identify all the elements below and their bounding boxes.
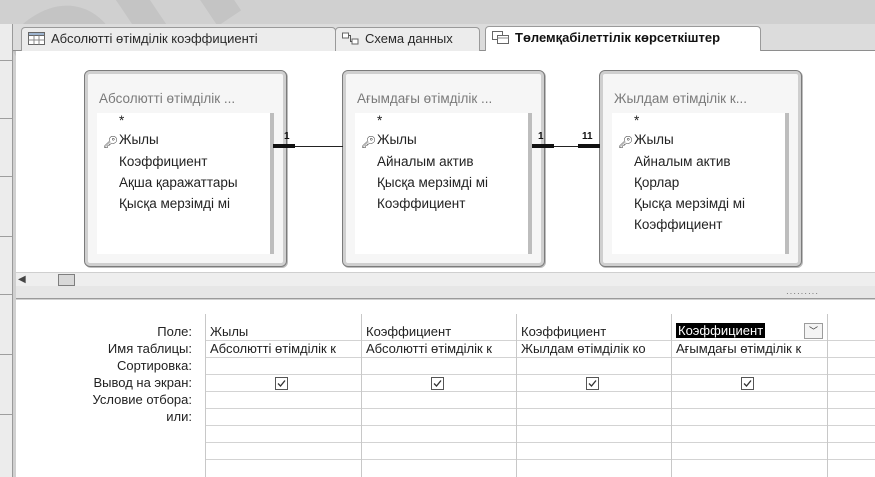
scroll-thumb[interactable] — [58, 274, 75, 286]
grid-field-cell[interactable]: Коэффициент — [518, 324, 670, 339]
relation-join-end — [532, 144, 554, 148]
field-item[interactable]: Қысқа мерзімді мі — [119, 196, 230, 211]
grid-field-cell[interactable]: Жылы — [207, 324, 359, 339]
document-tab-bar: Абсолютті өтімділік коэффициенті Схема д… — [13, 24, 875, 51]
row-label-criteria: Условие отбора: — [92, 392, 192, 407]
query-design-surface[interactable]: Абсолютті өтімділік ... * 🔑︎ Жылы Коэффи… — [16, 51, 875, 289]
field-dropdown-button[interactable]: ﹀ — [804, 323, 823, 339]
field-item[interactable]: Айналым актив — [634, 154, 731, 169]
grid-line — [205, 459, 875, 460]
field-list-body: * 🔑︎ Жылы Коэффициент Ақша қаражаттары Қ… — [97, 113, 274, 254]
scroll-left-icon[interactable]: ◀ — [18, 274, 26, 285]
primary-key-icon: 🔑︎ — [103, 135, 119, 149]
nav-divider — [0, 294, 12, 295]
nav-divider — [0, 236, 12, 237]
nav-divider — [0, 60, 12, 61]
field-list-title: Ағымдағы өтімділік ... — [357, 91, 493, 106]
nav-divider — [0, 414, 12, 415]
field-item[interactable]: Ақша қаражаттары — [119, 175, 238, 190]
relation-join-line[interactable] — [554, 146, 578, 147]
selected-field-text: Коэффициент — [676, 323, 766, 338]
relation-join-line[interactable] — [295, 146, 343, 147]
grip-icon: ········· — [786, 289, 819, 298]
show-checkbox[interactable] — [586, 377, 599, 390]
grid-column-border — [516, 314, 517, 477]
field-item[interactable]: Жылы — [634, 132, 674, 147]
field-list-current-liquidity[interactable]: Ағымдағы өтімділік ... * 🔑︎ Жылы Айналым… — [342, 70, 545, 267]
field-item[interactable]: * — [634, 113, 639, 128]
field-item[interactable]: Жылы — [377, 132, 417, 147]
nav-divider — [0, 118, 12, 119]
pane-splitter[interactable]: ········· — [16, 286, 875, 299]
row-label-or: или: — [166, 409, 192, 424]
show-checkbox[interactable] — [741, 377, 754, 390]
grid-table-cell[interactable]: Ағымдағы өтімділік к — [673, 341, 825, 356]
row-label-sort: Сортировка: — [117, 358, 192, 373]
relation-cardinality-label: 1 — [284, 131, 290, 142]
row-label-table: Имя таблицы: — [107, 341, 192, 356]
query-icon — [492, 29, 509, 44]
grid-table-cell[interactable]: Абсолютті өтімділік к — [207, 341, 359, 356]
relation-cardinality-label: 1 — [538, 131, 544, 142]
navigation-pane-edge[interactable] — [0, 24, 13, 477]
field-list-title: Жылдам өтімділік к... — [614, 91, 748, 106]
field-list-body: * 🔑︎ Жылы Айналым актив Қысқа мерзімді м… — [355, 113, 532, 254]
field-list-body: * 🔑︎ Жылы Айналым актив Қорлар Қысқа мер… — [612, 113, 789, 254]
tab-label: Төлемқабілеттілік көрсеткіштер — [515, 30, 721, 45]
primary-key-icon: 🔑︎ — [618, 135, 634, 149]
tab-data-schema[interactable]: Схема данных — [335, 27, 480, 51]
field-item[interactable]: Қысқа мерзімді мі — [377, 175, 488, 190]
tab-absolute-liquidity[interactable]: Абсолютті өтімділік коэффициенті — [21, 27, 336, 51]
grid-line — [205, 357, 875, 358]
field-item[interactable]: Айналым актив — [377, 154, 474, 169]
tab-solvency-indicators[interactable]: Төлемқабілеттілік көрсеткіштер — [485, 26, 761, 51]
primary-key-icon: 🔑︎ — [361, 135, 377, 149]
grid-line — [205, 374, 875, 375]
field-item[interactable]: Коэффициент — [119, 154, 207, 169]
grid-table-cell[interactable]: Абсолютті өтімділік к — [363, 341, 515, 356]
nav-divider — [0, 354, 12, 355]
grid-line — [205, 408, 875, 409]
tab-label: Абсолютті өтімділік коэффициенті — [51, 31, 258, 46]
chevron-down-icon: ﹀ — [808, 326, 818, 336]
grid-column-border — [827, 314, 828, 477]
show-checkbox[interactable] — [431, 377, 444, 390]
grid-column-border — [361, 314, 362, 477]
field-item[interactable]: Қысқа мерзімді мі — [634, 196, 745, 211]
row-label-field: Поле: — [157, 324, 192, 339]
grid-line — [205, 391, 875, 392]
design-horizontal-scrollbar[interactable]: ◀ — [16, 272, 875, 286]
field-item[interactable]: Коэффициент — [634, 217, 722, 232]
show-checkbox[interactable] — [275, 377, 288, 390]
row-label-show: Вывод на экран: — [93, 375, 192, 390]
field-list-title: Абсолютті өтімділік ... — [99, 91, 236, 106]
field-item[interactable]: Жылы — [119, 132, 159, 147]
grid-field-cell-selected[interactable]: Коэффициент — [673, 323, 803, 338]
grid-line — [205, 442, 875, 443]
grid-field-cell[interactable]: Коэффициент — [363, 324, 515, 339]
grid-line — [205, 425, 875, 426]
relation-cardinality-label: 11 — [582, 131, 593, 142]
grid-column-border — [671, 314, 672, 477]
field-item[interactable]: Коэффициент — [377, 196, 465, 211]
query-design-grid: Поле: Имя таблицы: Сортировка: Вывод на … — [16, 300, 875, 477]
nav-divider — [0, 176, 12, 177]
grid-column-border — [205, 314, 206, 477]
field-item[interactable]: Қорлар — [634, 175, 679, 190]
tab-label: Схема данных — [365, 31, 453, 46]
relation-join-end — [578, 144, 600, 148]
relationships-icon — [342, 30, 359, 45]
relation-join-end — [273, 144, 295, 148]
access-query-designer: ЭПОЗИТ Абсолютті өтімділік коэффициенті … — [0, 0, 875, 477]
field-list-absolute-liquidity[interactable]: Абсолютті өтімділік ... * 🔑︎ Жылы Коэффи… — [84, 70, 287, 267]
grid-table-cell[interactable]: Жылдам өтімділік ко — [518, 341, 670, 356]
field-item[interactable]: * — [119, 113, 124, 128]
table-icon — [28, 30, 45, 45]
field-list-quick-liquidity[interactable]: Жылдам өтімділік к... * 🔑︎ Жылы Айналым … — [599, 70, 802, 267]
field-item[interactable]: * — [377, 113, 382, 128]
